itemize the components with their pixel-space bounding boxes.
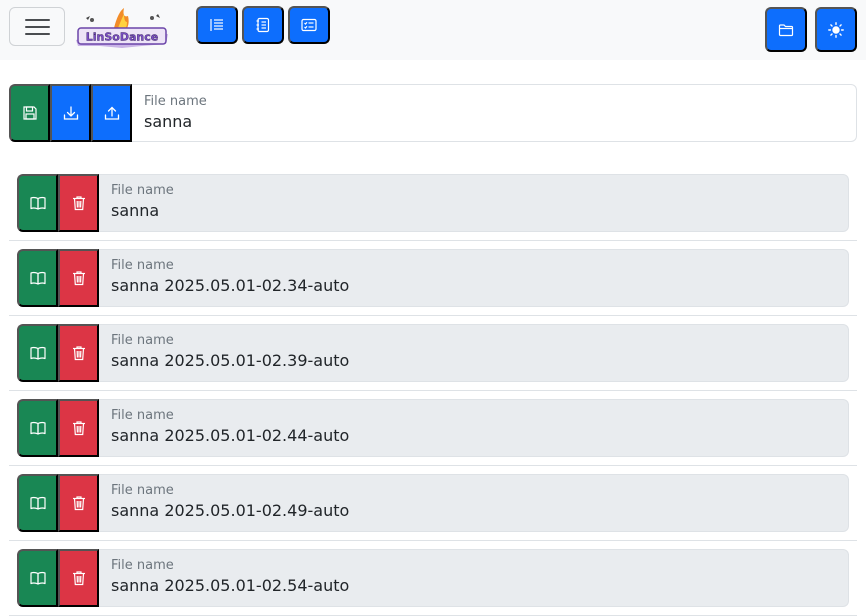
file-name-field: File name sanna 2025.05.01-02.49-auto <box>99 474 849 532</box>
open-file-button[interactable] <box>17 474 58 532</box>
list-item: File name sanna 2025.05.01-02.54-auto <box>9 541 857 616</box>
file-name-value: sanna <box>111 201 159 220</box>
file-name-label: File name <box>111 408 174 423</box>
book-icon <box>30 195 46 211</box>
file-name-value[interactable]: sanna <box>144 112 192 131</box>
trash-icon <box>71 270 87 286</box>
save-button[interactable] <box>9 84 50 142</box>
file-name-label: File name <box>111 558 174 573</box>
open-file-button[interactable] <box>17 174 58 232</box>
card-checklist-icon <box>301 17 317 33</box>
download-button[interactable] <box>50 84 91 142</box>
book-icon <box>30 345 46 361</box>
open-file-button[interactable] <box>17 324 58 382</box>
file-name-label: File name <box>111 483 174 498</box>
list-item: File name sanna 2025.05.01-02.44-auto <box>9 391 857 466</box>
list-view-button[interactable] <box>196 6 238 44</box>
file-name-value: sanna 2025.05.01-02.39-auto <box>111 351 349 370</box>
journal-button[interactable] <box>242 6 284 44</box>
open-file-button[interactable] <box>17 249 58 307</box>
journal-icon <box>255 17 271 33</box>
svg-text:LinSoDance: LinSoDance <box>86 31 158 44</box>
file-name-value: sanna 2025.05.01-02.49-auto <box>111 501 349 520</box>
delete-file-button[interactable] <box>58 174 99 232</box>
file-name-input[interactable]: File name sanna <box>132 84 857 142</box>
open-file-button[interactable] <box>17 399 58 457</box>
delete-file-button[interactable] <box>58 324 99 382</box>
folder-icon <box>778 22 794 38</box>
open-file-button[interactable] <box>17 549 58 607</box>
book-icon <box>30 270 46 286</box>
save-icon <box>22 105 38 121</box>
theme-toggle-button[interactable] <box>815 7 857 52</box>
book-icon <box>30 570 46 586</box>
navbar: LinSoDance <box>0 0 866 60</box>
download-icon <box>63 105 79 121</box>
file-name-field: File name sanna 2025.05.01-02.34-auto <box>99 249 849 307</box>
delete-file-button[interactable] <box>58 249 99 307</box>
trash-icon <box>71 195 87 211</box>
upload-icon <box>104 105 120 121</box>
trash-icon <box>71 570 87 586</box>
list-item: File name sanna 2025.05.01-02.49-auto <box>9 466 857 541</box>
hamburger-line <box>25 19 50 21</box>
file-name-field: File name sanna 2025.05.01-02.44-auto <box>99 399 849 457</box>
list-item: File name sanna 2025.05.01-02.34-auto <box>9 241 857 316</box>
file-name-label: File name <box>111 183 174 198</box>
file-name-field: File name sanna 2025.05.01-02.39-auto <box>99 324 849 382</box>
app-logo[interactable]: LinSoDance <box>72 6 172 50</box>
file-name-label: File name <box>111 333 174 348</box>
upload-button[interactable] <box>91 84 132 142</box>
delete-file-button[interactable] <box>58 549 99 607</box>
file-name-label: File name <box>144 94 207 109</box>
book-icon <box>30 495 46 511</box>
current-file-group: File name sanna <box>9 84 857 142</box>
book-icon <box>30 420 46 436</box>
trash-icon <box>71 345 87 361</box>
navbar-toggler-button[interactable] <box>9 7 65 46</box>
delete-file-button[interactable] <box>58 474 99 532</box>
sun-icon <box>828 22 844 38</box>
hamburger-line <box>25 26 50 28</box>
list-item: File name sanna <box>9 166 857 241</box>
checklist-button[interactable] <box>288 6 330 44</box>
trash-icon <box>71 420 87 436</box>
file-list: File name sanna <box>9 166 857 616</box>
trash-icon <box>71 495 87 511</box>
file-name-value: sanna 2025.05.01-02.54-auto <box>111 576 349 595</box>
list-indent-icon <box>209 17 225 33</box>
open-folder-button[interactable] <box>765 7 807 52</box>
delete-file-button[interactable] <box>58 399 99 457</box>
file-name-field: File name sanna 2025.05.01-02.54-auto <box>99 549 849 607</box>
file-name-value: sanna 2025.05.01-02.34-auto <box>111 276 349 295</box>
file-name-value: sanna 2025.05.01-02.44-auto <box>111 426 349 445</box>
hamburger-line <box>25 33 50 35</box>
file-name-field: File name sanna <box>99 174 849 232</box>
file-name-label: File name <box>111 258 174 273</box>
list-item: File name sanna 2025.05.01-02.39-auto <box>9 316 857 391</box>
